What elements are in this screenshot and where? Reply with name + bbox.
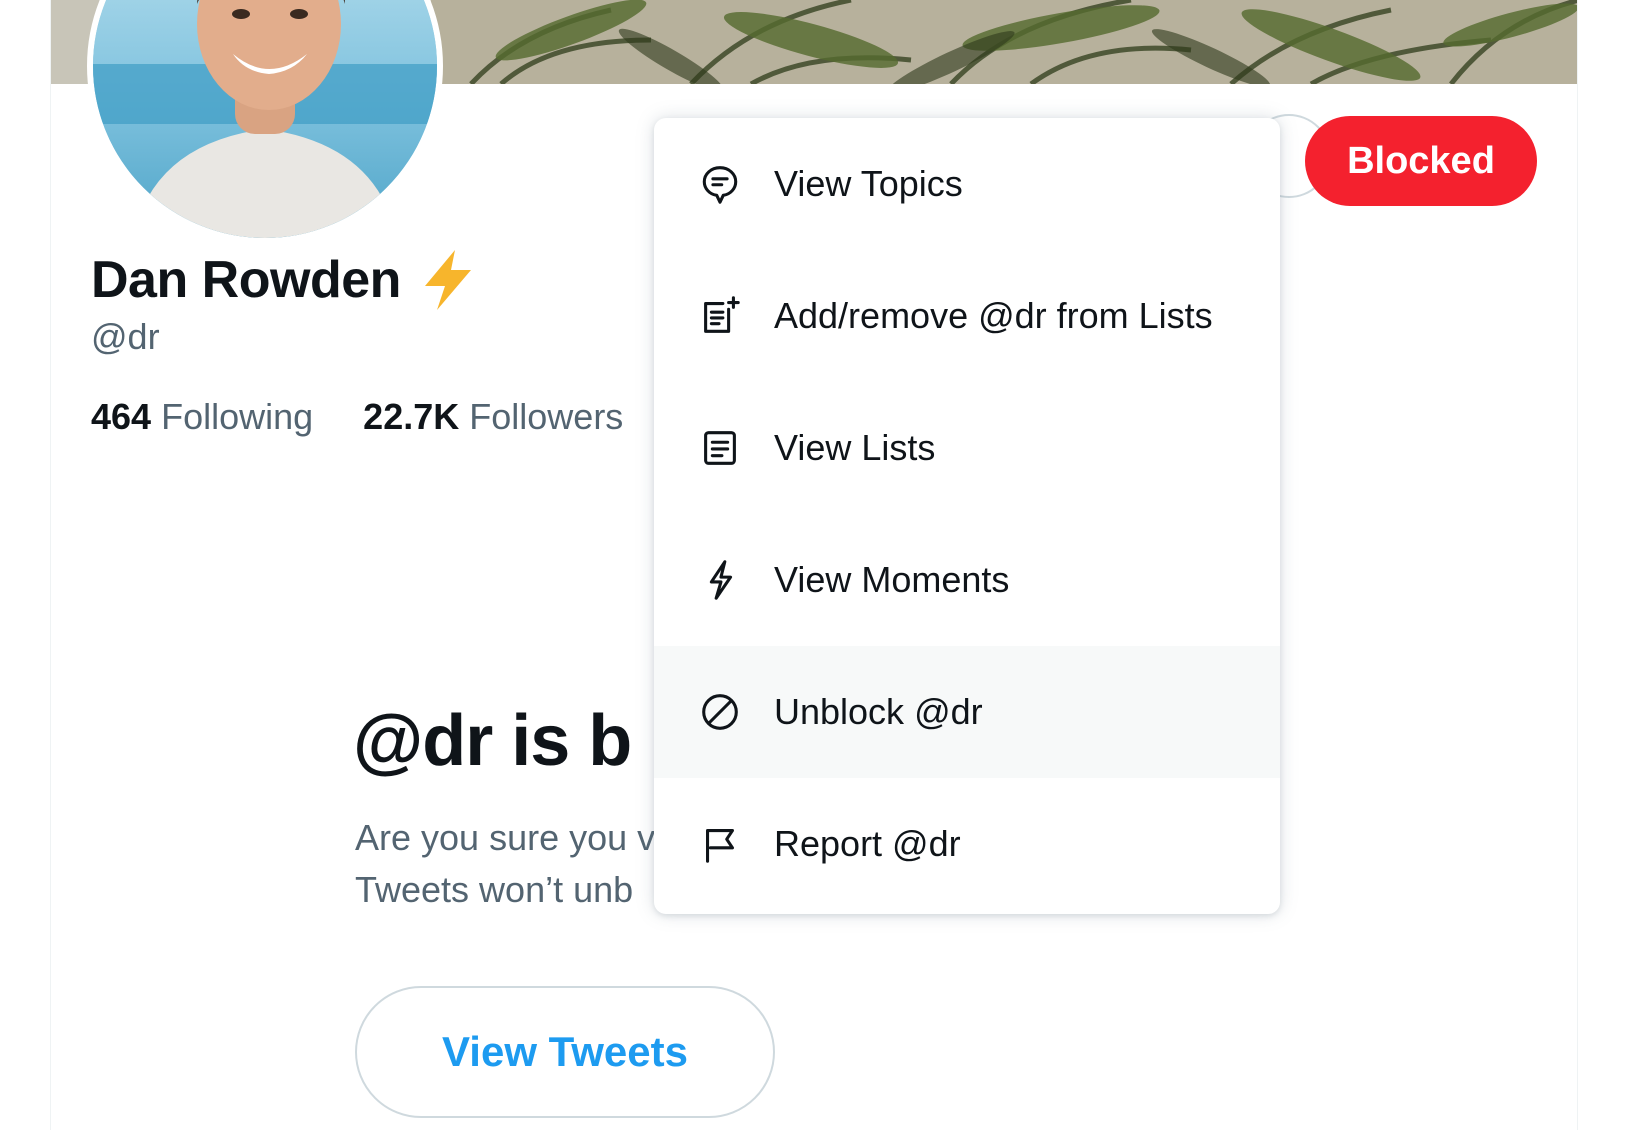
menu-item-add-remove-lists[interactable]: Add/remove @dr from Lists — [654, 250, 1280, 382]
menu-item-label: View Lists — [774, 427, 936, 468]
topics-icon — [696, 160, 744, 208]
unblock-icon — [696, 688, 744, 736]
followers-stat[interactable]: 22.7K Followers — [363, 396, 623, 438]
following-label: Following — [161, 396, 314, 437]
blocked-notice-title: @dr is b — [353, 701, 632, 781]
profile-avatar[interactable] — [87, 0, 443, 244]
following-stat[interactable]: 464 Following — [91, 396, 313, 438]
followers-label: Followers — [469, 396, 624, 437]
menu-item-unblock[interactable]: Unblock @dr — [654, 646, 1280, 778]
view-tweets-button[interactable]: View Tweets — [355, 986, 775, 1118]
blocked-button[interactable]: Blocked — [1305, 116, 1537, 206]
profile-more-menu: View Topics Add/remove @dr from Lists Vi… — [654, 118, 1280, 914]
menu-item-report[interactable]: Report @dr — [654, 778, 1280, 910]
menu-item-view-topics[interactable]: View Topics — [654, 118, 1280, 250]
menu-item-label: View Moments — [774, 559, 1010, 600]
menu-item-view-moments[interactable]: View Moments — [654, 514, 1280, 646]
profile-display-name: Dan Rowden — [91, 248, 477, 312]
moments-icon — [696, 556, 744, 604]
list-add-icon — [696, 292, 744, 340]
profile-handle: @dr — [91, 316, 160, 357]
menu-item-label: Add/remove @dr from Lists — [774, 295, 1213, 336]
display-name-text: Dan Rowden — [91, 251, 401, 309]
followers-count: 22.7K — [363, 396, 460, 437]
profile-stats: 464 Following 22.7K Followers — [91, 396, 623, 438]
menu-item-label: View Topics — [774, 163, 963, 204]
lists-icon — [696, 424, 744, 472]
report-flag-icon — [696, 820, 744, 868]
following-count: 464 — [91, 396, 152, 437]
lightning-emoji-icon — [419, 248, 477, 312]
menu-item-view-lists[interactable]: View Lists — [654, 382, 1280, 514]
menu-item-label: Unblock @dr — [774, 691, 983, 732]
menu-item-label: Report @dr — [774, 823, 961, 864]
